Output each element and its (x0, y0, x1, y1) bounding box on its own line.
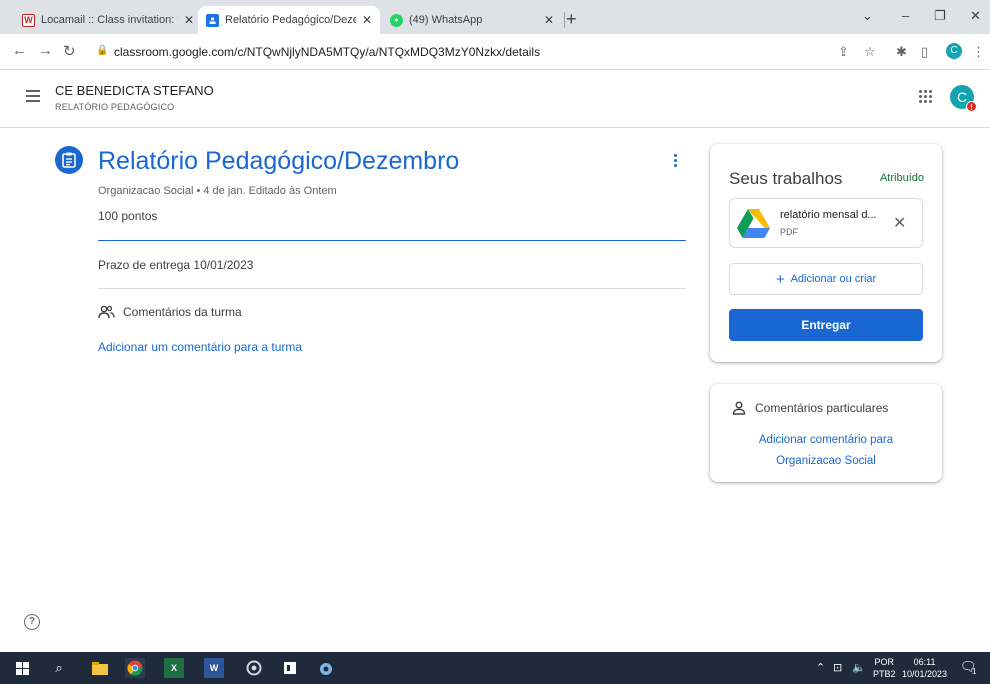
assignment-points: 100 pontos (98, 209, 158, 223)
browser-tab-strip: W Locamail :: Class invitation: "CE B ✕ … (0, 0, 990, 34)
private-link-line: Organizacao Social (776, 455, 876, 467)
status-badge: Atribuído (879, 172, 924, 184)
notification-count: 1 (972, 667, 977, 676)
tab-whatsapp[interactable]: ● (49) WhatsApp ✕ (382, 6, 562, 34)
language-code: POR (874, 657, 895, 667)
lock-icon: 🔒 (96, 45, 109, 56)
submit-button[interactable]: Entregar (729, 309, 923, 341)
whatsapp-icon: ● (390, 13, 403, 27)
attachment-name: relatório mensal d... (780, 209, 877, 221)
classroom-icon (206, 13, 219, 27)
google-apps-icon[interactable] (919, 90, 932, 103)
tab-title: Relatório Pedagógico/Dezembro (225, 14, 356, 26)
private-comments-label: Comentários particulares (755, 401, 889, 415)
restore-button[interactable]: ❐ (934, 8, 946, 24)
windows-taskbar: ⌕ X W ⌃ ⊡ 🔈 POR PTB2 06:11 10/01/2023 🗨 … (0, 652, 990, 684)
divider (98, 288, 686, 289)
chevron-up-icon[interactable]: ⌃ (816, 661, 825, 674)
private-comments-card: Comentários particulares Adicionar comen… (710, 384, 942, 482)
browser-toolbar: ← → ↻ 🔒 classroom.google.com/c/NTQwNjlyN… (0, 34, 990, 70)
language-indicator[interactable]: POR PTB2 (873, 656, 896, 680)
forward-button[interactable]: → (38, 42, 53, 59)
browser-menu-icon[interactable]: ⋮ (972, 44, 985, 60)
close-window-button[interactable]: ✕ (970, 8, 981, 24)
class-section: RELATÓRIO PEDAGÓGICO (55, 102, 175, 112)
close-tab-icon[interactable]: ✕ (538, 13, 554, 27)
locamail-favicon-icon: W (22, 13, 35, 27)
tab-classroom[interactable]: Relatório Pedagógico/Dezembro ✕ (198, 6, 380, 34)
tab-title: (49) WhatsApp (409, 14, 483, 26)
classroom-header: CE BENEDICTA STEFANO RELATÓRIO PEDAGÓGIC… (0, 70, 990, 128)
keyboard-layout: PTB2 (873, 669, 896, 679)
network-icon[interactable]: ⊡ (833, 661, 842, 674)
word-icon[interactable]: W (204, 658, 224, 678)
remove-attachment-icon[interactable]: ✕ (893, 213, 906, 233)
assignment-meta: Organizacao Social • 4 de jan. Editado à… (98, 185, 337, 197)
volume-icon[interactable]: 🔈 (852, 661, 866, 674)
app-icon[interactable] (280, 658, 300, 678)
add-class-comment-link[interactable]: Adicionar um comentário para a turma (98, 340, 302, 354)
close-tab-icon[interactable]: ✕ (178, 13, 194, 27)
clock-time: 06:11 (913, 657, 936, 667)
attachment-chip[interactable]: relatório mensal d... PDF ✕ (729, 198, 923, 248)
file-explorer-icon[interactable] (90, 658, 110, 678)
divider (98, 240, 686, 241)
back-button[interactable]: ← (12, 42, 27, 59)
add-private-comment-link[interactable]: Adicionar comentário para Organizacao So… (710, 430, 942, 472)
add-or-create-button[interactable]: + Adicionar ou criar (729, 263, 923, 295)
private-comments-header: Comentários particulares (732, 401, 888, 415)
due-date: Prazo de entrega 10/01/2023 (98, 258, 254, 272)
bookmark-star-icon[interactable]: ☆ (864, 44, 876, 60)
url-text: classroom.google.com/c/NTQwNjlyNDA5MTQy/… (114, 45, 541, 59)
people-icon (98, 305, 115, 319)
system-clock[interactable]: 06:11 10/01/2023 (902, 656, 947, 680)
clock-date: 10/01/2023 (902, 669, 948, 679)
class-comments-header: Comentários da turma (98, 305, 242, 319)
main-menu-icon[interactable] (26, 90, 40, 102)
class-name[interactable]: CE BENEDICTA STEFANO (55, 83, 214, 98)
minimize-button[interactable]: – (902, 8, 909, 23)
chrome-icon[interactable] (125, 658, 145, 678)
close-tab-icon[interactable]: ✕ (356, 13, 372, 27)
assignment-title: Relatório Pedagógico/Dezembro (98, 147, 460, 175)
new-tab-button[interactable]: + (566, 9, 577, 30)
add-or-create-label: Adicionar ou criar (790, 273, 877, 285)
your-work-title: Seus trabalhos (729, 169, 843, 188)
browser-profile-avatar[interactable]: C (946, 43, 962, 59)
google-drive-icon (737, 209, 770, 238)
assignment-icon (55, 146, 83, 174)
your-work-card: Seus trabalhos Atribuído relatório mensa… (710, 144, 942, 362)
attachment-type: PDF (780, 227, 798, 237)
chevron-down-icon[interactable]: ⌄ (862, 8, 873, 24)
search-icon[interactable]: ⌕ (49, 658, 69, 678)
extensions-icon[interactable]: ✱ (896, 44, 907, 60)
share-icon[interactable]: ⇪ (838, 44, 849, 60)
more-options-icon[interactable] (674, 154, 678, 169)
person-icon (732, 401, 746, 415)
tab-title: Locamail :: Class invitation: "CE B (41, 14, 178, 26)
reload-button[interactable]: ↻ (63, 42, 76, 60)
app-icon[interactable] (244, 658, 264, 678)
app-icon[interactable] (316, 658, 336, 678)
class-comments-label: Comentários da turma (123, 305, 242, 319)
windows-start-icon[interactable] (12, 658, 32, 678)
private-link-line: Adicionar comentário para (758, 434, 894, 446)
help-icon[interactable]: ? (24, 614, 40, 630)
excel-icon[interactable]: X (164, 658, 184, 678)
plus-icon: + (775, 270, 785, 288)
address-bar[interactable]: 🔒 classroom.google.com/c/NTQwNjlyNDA5MTQ… (88, 38, 938, 66)
tab-locamail[interactable]: W Locamail :: Class invitation: "CE B ✕ (14, 6, 202, 34)
account-alert-icon: ! (966, 101, 977, 112)
tab-separator (564, 12, 565, 28)
side-panel-icon[interactable]: ▯ (921, 44, 928, 60)
